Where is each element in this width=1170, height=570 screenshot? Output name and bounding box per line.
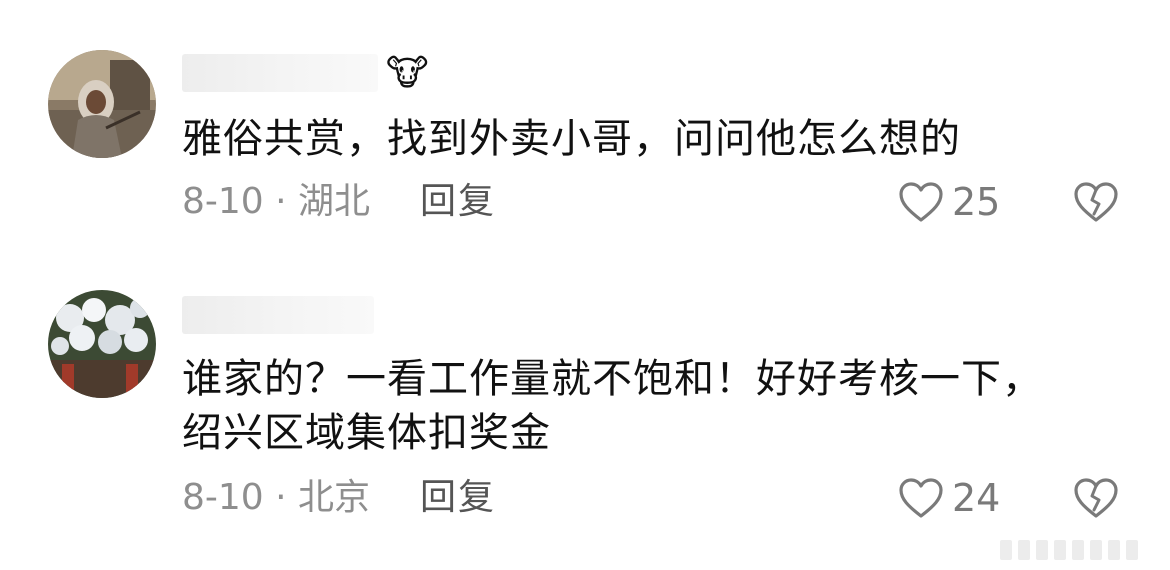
broken-heart-icon [1074, 478, 1118, 518]
avatar[interactable] [48, 50, 156, 158]
like-button[interactable]: 24 [898, 476, 1000, 520]
comment-meta: 8-10 · 北京 [182, 477, 371, 518]
like-count: 25 [952, 180, 1001, 224]
username-redacted[interactable] [182, 54, 378, 92]
reply-button[interactable]: 回复 [420, 182, 496, 222]
watermark [1000, 540, 1160, 564]
dislike-button[interactable] [1072, 180, 1120, 224]
heart-outline-icon [899, 182, 943, 222]
flower-photo-avatar-icon [48, 290, 156, 398]
username-redacted[interactable] [182, 296, 374, 334]
comment-text: 雅俗共赏，找到外卖小哥，问问他怎么想的 [182, 116, 961, 162]
cow-badge-icon: 🐮 [386, 53, 429, 94]
avatar[interactable] [48, 290, 156, 398]
person-photo-avatar-icon [48, 50, 156, 158]
heart-outline-icon [899, 478, 943, 518]
broken-heart-icon [1074, 182, 1118, 222]
like-count: 24 [952, 476, 1001, 520]
comment-text: 谁家的？一看工作量就不饱和！好好考核一下，绍兴区域集体扣奖金 [182, 356, 1043, 456]
reply-button[interactable]: 回复 [420, 478, 496, 518]
comment-meta: 8-10 · 湖北 [182, 181, 371, 222]
dislike-button[interactable] [1072, 476, 1120, 520]
like-button[interactable]: 25 [898, 180, 1000, 224]
